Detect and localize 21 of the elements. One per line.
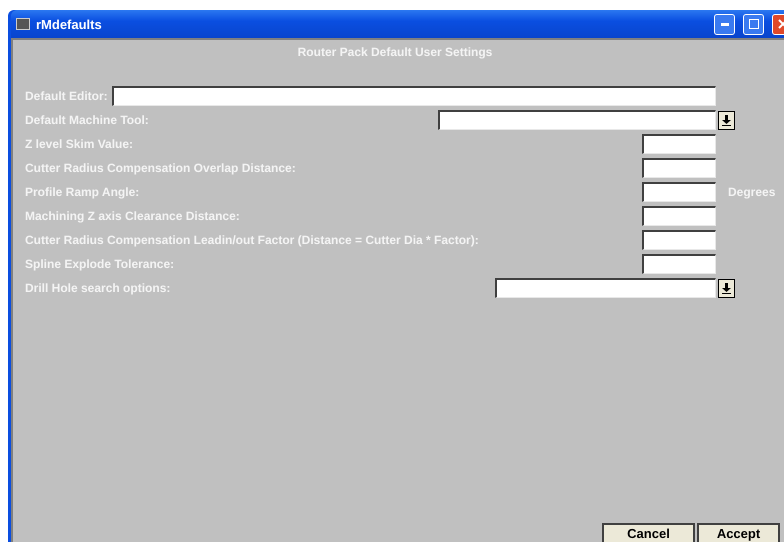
dropdown-field[interactable] <box>495 278 716 298</box>
down-arrow-icon <box>722 282 731 294</box>
number-field[interactable] <box>642 134 716 154</box>
dropdown-button[interactable] <box>718 110 735 130</box>
number-field[interactable] <box>642 206 716 226</box>
dropdown-button[interactable] <box>718 278 735 298</box>
number-field[interactable] <box>642 254 716 274</box>
number-field[interactable] <box>642 158 716 178</box>
dropdown-field[interactable] <box>438 110 716 130</box>
text-field[interactable] <box>112 86 716 106</box>
accept-button[interactable]: Accept <box>697 523 780 542</box>
number-field[interactable] <box>642 182 716 202</box>
window-icon <box>16 18 30 30</box>
maximize-icon <box>748 19 758 29</box>
minimize-icon <box>720 22 728 26</box>
maximize-button[interactable] <box>743 14 764 34</box>
down-arrow-icon <box>722 114 731 126</box>
window-title: rMdefaults <box>36 16 103 32</box>
cancel-button[interactable]: Cancel <box>602 523 695 542</box>
number-field[interactable] <box>642 230 716 250</box>
minimize-button[interactable] <box>714 14 735 34</box>
